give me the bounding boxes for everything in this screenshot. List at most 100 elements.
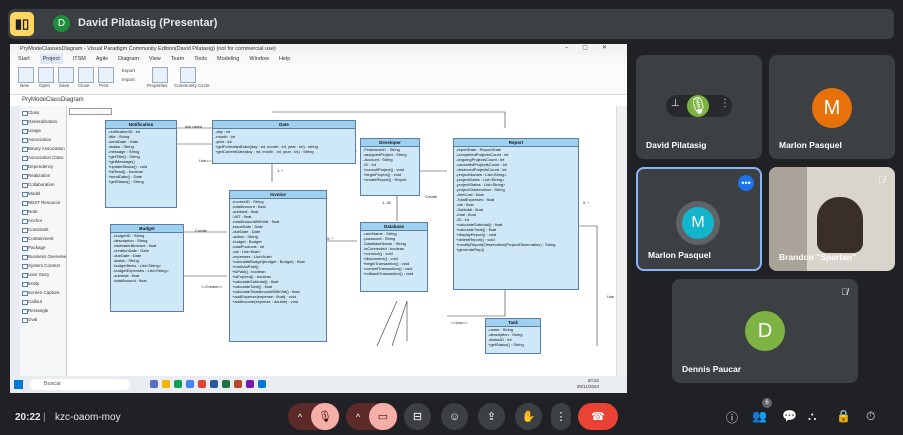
- meeting-time: 20:22: [15, 412, 41, 423]
- present-icon[interactable]: ⇪: [478, 403, 505, 430]
- class-report[interactable]: Report -reportDate : Report/Date -comple…: [453, 138, 579, 290]
- palette-item[interactable]: Rectangle: [21, 308, 48, 314]
- menu-project[interactable]: Project: [39, 54, 63, 64]
- raise-hand-icon[interactable]: ✋: [515, 403, 542, 430]
- palette-item[interactable]: Oval: [21, 317, 37, 323]
- relation-label: Use: [607, 294, 615, 299]
- palette-item[interactable]: Association: [21, 137, 51, 143]
- menu-agile[interactable]: Agile: [96, 54, 108, 64]
- palette-item[interactable]: Realization: [21, 173, 50, 179]
- properties-icon[interactable]: [152, 67, 168, 83]
- palette-item[interactable]: Model: [21, 191, 40, 197]
- end-call-button[interactable]: ☎: [578, 403, 618, 430]
- mic-off-icon[interactable]: 🎙: [311, 403, 339, 430]
- ribbon-export[interactable]: Export: [122, 68, 135, 73]
- participant-tile-marlon[interactable]: M Marlon Pasquel: [769, 55, 895, 159]
- class-task[interactable]: Task -name : String -description : Strin…: [485, 318, 541, 354]
- chat-icon[interactable]: 💬: [782, 409, 797, 423]
- palette-item[interactable]: Entity: [21, 281, 39, 287]
- presentation-icon[interactable]: ▮▯: [10, 12, 34, 36]
- app-icon[interactable]: [186, 380, 194, 388]
- menu-start[interactable]: Start: [18, 54, 30, 64]
- people-count-badge: 6: [762, 398, 772, 408]
- chevron-up-icon[interactable]: ^: [289, 412, 311, 422]
- app-icon[interactable]: [210, 380, 218, 388]
- palette-item[interactable]: Package: [22, 245, 46, 251]
- app-icon[interactable]: [198, 380, 206, 388]
- ribbon-import[interactable]: Import: [122, 77, 135, 82]
- more-options-icon[interactable]: •••: [738, 175, 754, 191]
- vertical-scrollbar[interactable]: [616, 106, 627, 376]
- class-budget[interactable]: Budget -budgetID : String -description :…: [110, 224, 184, 312]
- chevron-up-icon[interactable]: ^: [347, 412, 369, 422]
- palette-item[interactable]: Class: [21, 110, 39, 116]
- participant-tile-dennis[interactable]: D 🎙̸ Dennis Paucar: [672, 279, 858, 383]
- app-icon[interactable]: [234, 380, 242, 388]
- info-icon[interactable]: ⓘ: [726, 409, 738, 426]
- app-icon[interactable]: [162, 380, 170, 388]
- speaking-mic-icon[interactable]: 🎙: [687, 95, 709, 117]
- close-icon[interactable]: [78, 67, 94, 83]
- people-icon[interactable]: 👥: [752, 409, 767, 423]
- menu-team[interactable]: Team: [171, 54, 184, 64]
- palette-item[interactable]: User Story: [21, 272, 49, 278]
- palette-item[interactable]: Note: [22, 209, 38, 215]
- taskbar-search[interactable]: Buscar: [30, 379, 130, 390]
- palette-item[interactable]: Constraint: [22, 227, 49, 233]
- community-icon[interactable]: [180, 67, 196, 83]
- more-options-icon[interactable]: ⋮: [720, 98, 730, 109]
- open-icon[interactable]: [38, 67, 54, 83]
- palette-item[interactable]: Binary Association: [22, 146, 65, 152]
- captions-button[interactable]: ⊟: [404, 403, 431, 430]
- timer-icon[interactable]: ⏱: [866, 409, 875, 424]
- print-icon[interactable]: [98, 67, 114, 83]
- participant-tile-david[interactable]: ⊥ 🎙 ⋮ David Pilatasig: [636, 55, 762, 159]
- diagram-canvas[interactable]: <<No Package>> Notification -notificatio…: [67, 106, 617, 376]
- palette-item[interactable]: Usage: [21, 128, 41, 134]
- class-member: +generateRep(): [456, 247, 485, 252]
- palette-item[interactable]: Business Overview: [21, 254, 66, 260]
- menu-window[interactable]: Window: [249, 54, 269, 64]
- class-developer[interactable]: Developer -FirstnameID : String -assigne…: [360, 138, 420, 196]
- menu-view[interactable]: View: [149, 54, 161, 64]
- activities-icon[interactable]: ⛬: [808, 409, 816, 424]
- palette-item[interactable]: Anchor: [21, 218, 42, 224]
- app-icon[interactable]: [222, 380, 230, 388]
- menu-diagram[interactable]: Diagram: [118, 54, 139, 64]
- pin-icon[interactable]: ⊥: [671, 98, 680, 109]
- class-notification[interactable]: Notification -notificationID : int -titl…: [105, 120, 177, 208]
- class-invoice[interactable]: Invoice -invoiceID : String -totalAmount…: [229, 190, 327, 342]
- app-icon[interactable]: [174, 380, 182, 388]
- menu-help[interactable]: Help: [279, 54, 290, 64]
- palette-item[interactable]: REST Resource: [21, 200, 60, 206]
- class-database[interactable]: Database -userName : String -password : …: [360, 222, 428, 292]
- menu-tools[interactable]: Tools: [194, 54, 207, 64]
- palette-item[interactable]: Generalization: [21, 119, 57, 125]
- new-icon[interactable]: [18, 67, 34, 83]
- participant-tile-brandon[interactable]: 🎙̸ Brandon "Spartan": [769, 167, 895, 271]
- palette-item[interactable]: Containment: [22, 236, 54, 242]
- app-icon[interactable]: [246, 380, 254, 388]
- camera-off-icon[interactable]: ▭: [369, 403, 397, 430]
- palette-item[interactable]: Collaboration: [22, 182, 55, 188]
- palette-item[interactable]: Dependency: [21, 164, 53, 170]
- palette-item[interactable]: Screen Capture: [22, 290, 60, 296]
- more-options-icon[interactable]: ⋮: [551, 403, 571, 430]
- side-tabs: [10, 106, 20, 376]
- app-icon[interactable]: [258, 380, 266, 388]
- participant-tile-marlon-self[interactable]: M ••• Marlon Pasquel: [636, 167, 762, 271]
- mic-button-group[interactable]: ^ 🎙: [288, 403, 340, 430]
- palette-item[interactable]: Callout: [21, 299, 42, 305]
- palette-item[interactable]: System Context: [22, 263, 60, 269]
- menu-itsm[interactable]: ITSM: [73, 54, 86, 64]
- camera-button-group[interactable]: ^ ▭: [346, 403, 398, 430]
- menu-modeling[interactable]: Modeling: [217, 54, 239, 64]
- app-icon[interactable]: [150, 380, 158, 388]
- host-controls-icon[interactable]: 🔒: [836, 409, 851, 423]
- ribbon-new: New: [20, 83, 30, 88]
- emoji-icon[interactable]: ☺: [441, 403, 468, 430]
- class-date[interactable]: Date -day : int -month : int -year : int…: [212, 120, 356, 164]
- save-icon[interactable]: [58, 67, 74, 83]
- palette-item[interactable]: Association Class: [22, 155, 64, 161]
- windows-start-icon[interactable]: [14, 380, 23, 389]
